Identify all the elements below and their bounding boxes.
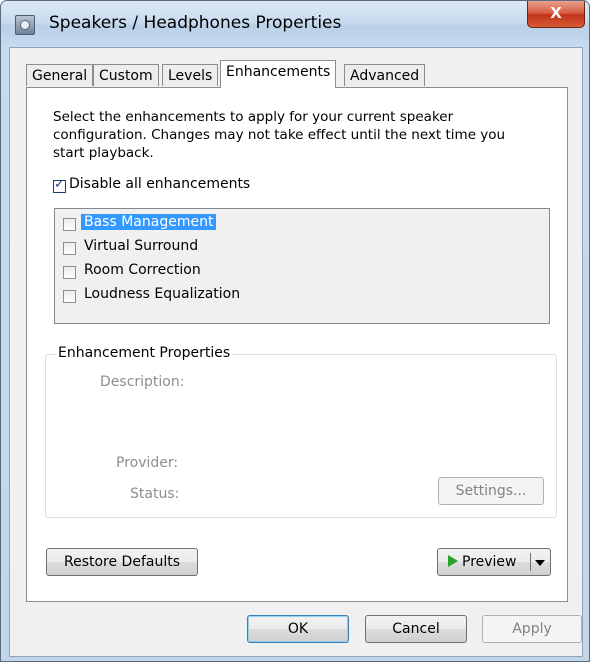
preview-split-button[interactable]: Preview <box>437 548 551 576</box>
room-correction-label[interactable]: Room Correction <box>84 262 201 278</box>
room-correction-checkbox[interactable] <box>63 266 76 279</box>
title-bar[interactable]: Speakers / Headphones Properties X <box>1 1 589 47</box>
virtual-surround-label[interactable]: Virtual Surround <box>84 238 198 254</box>
selected-item-highlight[interactable]: Bass Management <box>81 214 217 230</box>
bass-management-checkbox[interactable] <box>63 218 76 231</box>
status-label: Status: <box>130 486 180 502</box>
loudness-equalization-label[interactable]: Loudness Equalization <box>84 286 240 302</box>
window-title: Speakers / Headphones Properties <box>49 13 342 33</box>
cancel-button[interactable]: Cancel <box>365 615 467 643</box>
tab-general[interactable]: General <box>26 64 94 86</box>
chevron-down-icon[interactable] <box>535 560 545 566</box>
tab-custom[interactable]: Custom <box>93 64 159 86</box>
disable-all-label[interactable]: Disable all enhancements <box>69 176 250 192</box>
tab-enhancements[interactable]: Enhancements <box>220 60 337 88</box>
enhancements-panel: Select the enhancements to apply for you… <box>26 87 568 602</box>
virtual-surround-checkbox[interactable] <box>63 242 76 255</box>
provider-label: Provider: <box>116 455 179 471</box>
group-title: Enhancement Properties <box>56 345 233 361</box>
enhancement-properties-group: Enhancement Properties Description: Prov… <box>45 345 557 518</box>
settings-button[interactable]: Settings... <box>438 477 544 505</box>
loudness-equalization-checkbox[interactable] <box>63 290 76 303</box>
preview-label: Preview <box>462 554 517 570</box>
enhancements-list[interactable]: Bass Management Virtual Surround Room Co… <box>54 208 550 324</box>
play-icon <box>448 555 458 567</box>
bass-management-label[interactable]: Bass Management <box>81 214 217 230</box>
instructions-text: Select the enhancements to apply for you… <box>53 109 506 161</box>
ok-button[interactable]: OK <box>247 615 349 643</box>
split-separator <box>530 553 531 571</box>
preview-button[interactable]: Preview <box>448 549 517 575</box>
description-label: Description: <box>100 374 185 390</box>
disable-all-checkbox[interactable] <box>53 177 66 193</box>
close-button[interactable]: X <box>527 1 585 28</box>
tab-levels[interactable]: Levels <box>162 64 219 86</box>
restore-defaults-button[interactable]: Restore Defaults <box>46 548 198 576</box>
properties-dialog: Speakers / Headphones Properties X Gener… <box>0 0 590 662</box>
dialog-body: General Custom Levels Enhancements Advan… <box>9 47 583 657</box>
apply-button[interactable]: Apply <box>482 615 582 643</box>
speaker-icon <box>15 15 35 35</box>
tab-advanced[interactable]: Advanced <box>344 64 426 86</box>
